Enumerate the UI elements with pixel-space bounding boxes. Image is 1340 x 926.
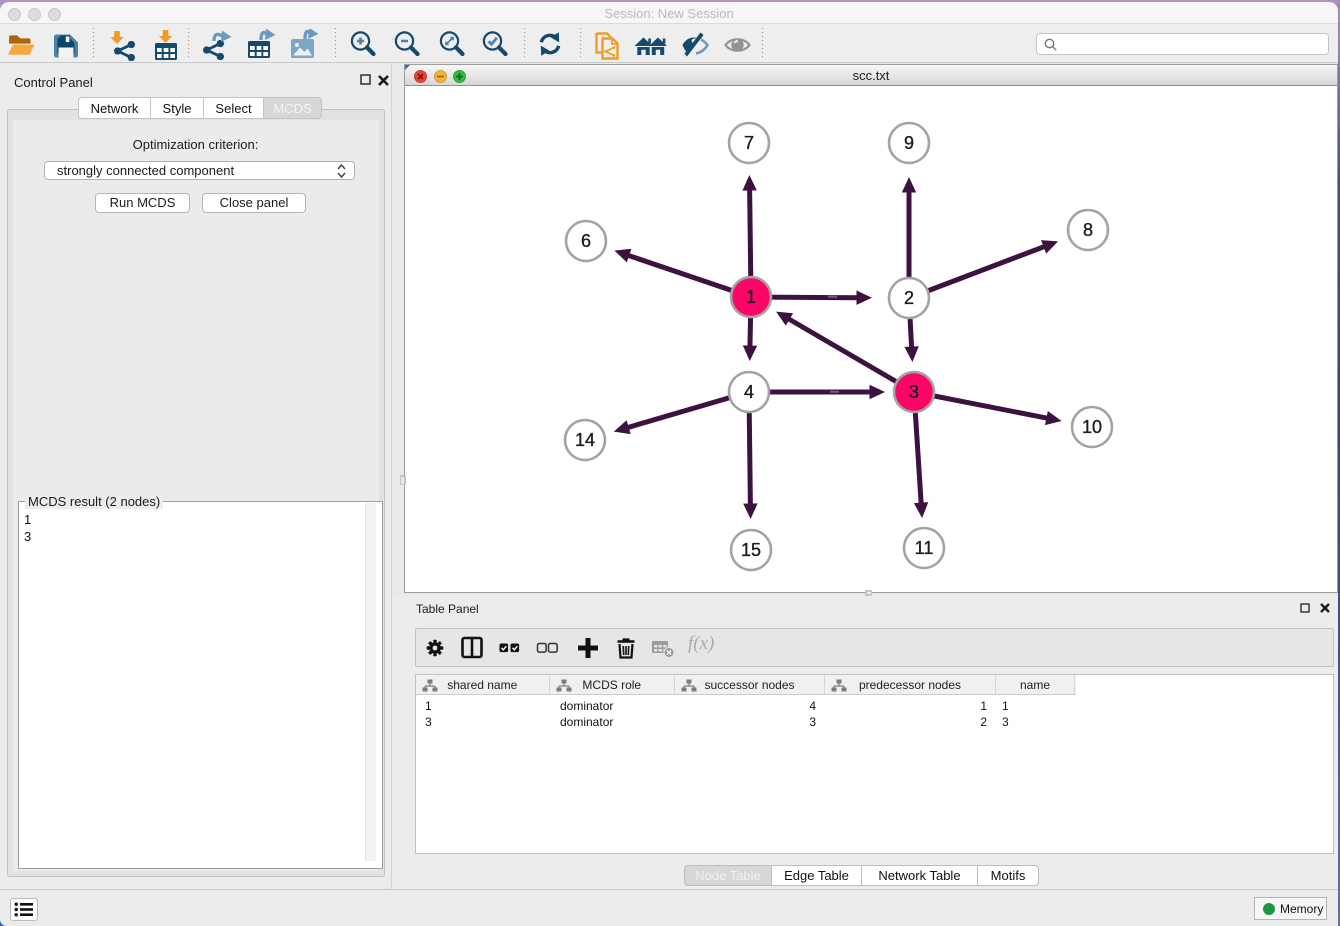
svg-text:14: 14 — [575, 430, 595, 450]
svg-text:10: 10 — [1082, 417, 1102, 437]
svg-text:11: 11 — [915, 538, 934, 558]
svg-text:1: 1 — [746, 287, 756, 307]
svg-text:8: 8 — [1083, 220, 1093, 240]
svg-text:2: 2 — [904, 288, 914, 308]
svg-text:4: 4 — [744, 382, 754, 402]
svg-text:7: 7 — [744, 133, 754, 153]
svg-text:9: 9 — [904, 133, 914, 153]
svg-text:6: 6 — [581, 231, 591, 251]
svg-text:15: 15 — [741, 540, 761, 560]
svg-text:3: 3 — [909, 382, 919, 402]
